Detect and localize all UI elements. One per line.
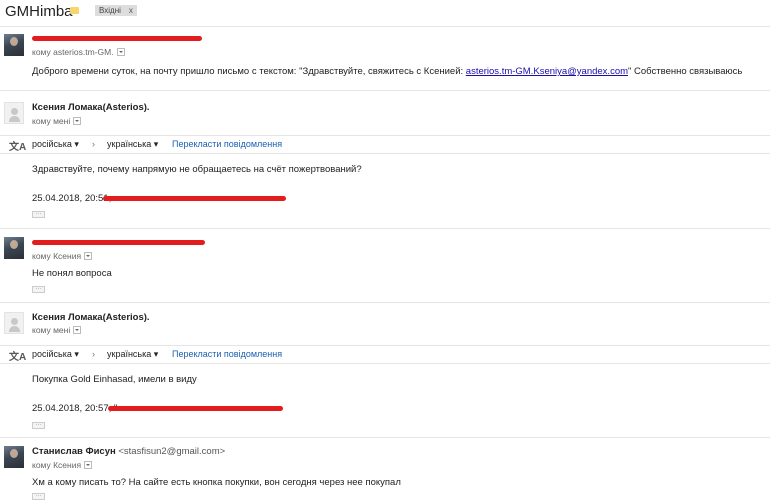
show-trimmed-content-button[interactable]: ···: [32, 493, 45, 500]
email-link[interactable]: asterios.tm-GM.Kseniya@yandex.com: [466, 66, 628, 77]
recipients: кому Ксения: [32, 460, 93, 470]
quote-header: 25.04.2018, 20:57, ": [32, 403, 118, 414]
sender-email: <stasfisun2@gmail.com>: [118, 446, 226, 457]
message-body: Доброго времени суток, на почту пришло п…: [32, 66, 743, 77]
message-body: Здравствуйте, почему напрямую не обращае…: [32, 164, 362, 175]
recipients-dropdown[interactable]: [84, 252, 93, 260]
redaction-mark: [108, 406, 283, 411]
show-trimmed-content-button[interactable]: ···: [32, 211, 45, 218]
avatar[interactable]: [4, 446, 24, 468]
recipients-dropdown[interactable]: [73, 326, 82, 334]
avatar[interactable]: [4, 237, 24, 259]
sender-name: Станислав Фисун: [32, 446, 116, 457]
translate-bar: 文A російська ▾ › українська ▾ Перекласти…: [0, 345, 770, 364]
inbox-label-text: Вхідні: [99, 6, 121, 15]
divider: [0, 437, 770, 438]
thread-header: GMHimba Вхідні x: [0, 0, 770, 22]
recipients: кому Ксения: [32, 251, 93, 261]
source-language-select[interactable]: російська ▾: [32, 139, 79, 150]
source-language-select[interactable]: російська ▾: [32, 349, 79, 360]
target-language-select[interactable]: українська ▾: [107, 349, 158, 360]
redaction-mark: [32, 240, 205, 245]
recipients-dropdown[interactable]: [73, 117, 82, 125]
show-trimmed-content-button[interactable]: ···: [32, 422, 45, 429]
divider: [0, 302, 770, 303]
translate-message-link[interactable]: Перекласти повідомлення: [172, 349, 282, 359]
translate-icon: 文A: [9, 352, 27, 363]
arrow-icon: ›: [92, 139, 95, 149]
quote-header: 25.04.2018, 20:51,: [32, 193, 112, 204]
divider: [0, 90, 770, 91]
redaction-mark: [32, 36, 202, 41]
message-body: Хм а кому писать то? На сайте есть кнопк…: [32, 477, 401, 488]
recipients: кому мені: [32, 116, 82, 126]
target-language-select[interactable]: українська ▾: [107, 139, 158, 150]
avatar[interactable]: [4, 102, 24, 124]
avatar[interactable]: [4, 34, 24, 56]
divider: [0, 26, 770, 27]
sender-line: Станислав Фисун <stasfisun2@gmail.com>: [32, 446, 225, 457]
divider: [0, 228, 770, 229]
arrow-icon: ›: [92, 349, 95, 359]
sender-name: Ксения Ломака(Asterios).: [32, 102, 150, 113]
show-trimmed-content-button[interactable]: ···: [32, 286, 45, 293]
recipients-dropdown[interactable]: [116, 48, 125, 56]
translate-bar: 文A російська ▾ › українська ▾ Перекласти…: [0, 135, 770, 154]
label-icon: [70, 7, 79, 14]
recipients: кому asterios.tm-GM.: [32, 47, 125, 57]
avatar[interactable]: [4, 312, 24, 334]
inbox-label-chip[interactable]: Вхідні x: [95, 5, 137, 16]
message-body: Покупка Gold Einhasad, имели в виду: [32, 374, 197, 385]
recipients: кому мені: [32, 325, 82, 335]
translate-icon: 文A: [9, 142, 27, 153]
remove-label-button[interactable]: x: [129, 6, 133, 15]
message-body: Не понял вопроса: [32, 268, 112, 279]
recipients-dropdown[interactable]: [84, 461, 93, 469]
translate-message-link[interactable]: Перекласти повідомлення: [172, 139, 282, 149]
sender-name: Ксения Ломака(Asterios).: [32, 312, 150, 323]
redaction-mark: [103, 196, 286, 201]
thread-subject: GMHimba: [5, 3, 73, 20]
